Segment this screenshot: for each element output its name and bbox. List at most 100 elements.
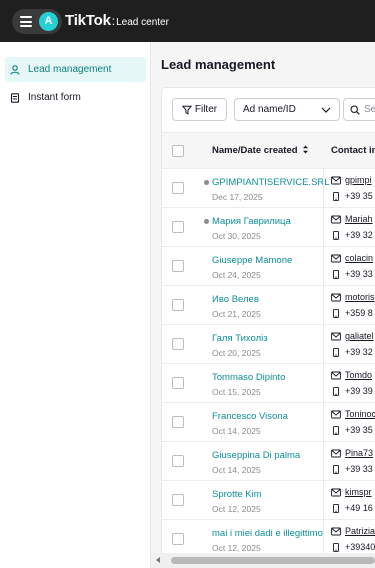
sidebar-item-instant-form[interactable]: Instant form [5,85,146,110]
phone-icon [333,308,339,318]
lead-name-link[interactable]: Галя Тихоліз [212,333,268,344]
mail-icon [331,254,341,262]
column-divider [323,442,324,481]
phone-icon [333,464,339,474]
lead-name-link[interactable]: Мария Гаврилица [204,216,291,227]
lead-email[interactable]: gpimpi [331,175,372,185]
lead-date: Oct 20, 2025 [212,348,261,358]
scroll-left-icon[interactable] [156,557,160,563]
lead-date: Oct 30, 2025 [212,231,261,241]
lead-phone-text: +39 35 [345,191,373,201]
lead-email[interactable]: kimspr [331,487,372,497]
lead-email[interactable]: Pina73 [331,448,373,458]
mail-icon [331,176,341,184]
lead-phone: +39 33 [331,269,373,279]
sidebar: Lead management Instant form [0,42,151,568]
row-checkbox[interactable] [172,260,184,272]
scrollbar-thumb[interactable] [171,557,375,564]
leads-table-card: Filter Ad name/ID Se Name/Date created C… [161,87,375,568]
lead-email[interactable]: Mariah [331,214,373,224]
lead-email[interactable]: motoris [331,292,375,302]
mail-icon [331,449,341,457]
brand-name: TikTok [65,12,111,29]
filter-button[interactable]: Filter [172,98,227,121]
search-input[interactable]: Se [343,98,375,121]
row-checkbox[interactable] [172,221,184,233]
search-placeholder: Se [364,104,375,115]
lead-name: GPIMPIANTISERVICE.SRL [212,177,330,188]
row-checkbox[interactable] [172,338,184,350]
lead-phone-text: +39 39 [345,386,373,396]
unread-dot-icon [204,180,209,185]
lead-name-link[interactable]: Giuseppina Di palma [212,450,300,461]
phone-icon [333,386,339,396]
row-checkbox[interactable] [172,182,184,194]
chevron-down-icon [321,107,331,113]
lead-name-link[interactable]: Francesco Visona [212,411,288,422]
column-divider [323,169,324,208]
table-row[interactable]: Tommaso Dipinto Oct 15, 2025 Tomdo +39 3… [162,364,375,403]
lead-name: Giuseppe Mamone [212,255,293,266]
table-row[interactable]: Галя Тихоліз Oct 20, 2025 galiatel +39 3… [162,325,375,364]
phone-icon [333,347,339,357]
row-checkbox[interactable] [172,533,184,545]
row-checkbox[interactable] [172,377,184,389]
table-row[interactable]: Sprotte Kim Oct 12, 2025 kimspr +49 16 [162,481,375,520]
lead-email[interactable]: Toninoc [331,409,375,419]
table-row[interactable]: Иво Велев Oct 21, 2025 motoris +359 8 [162,286,375,325]
lead-name-link[interactable]: mai i miei dadi e illegittimo [212,528,323,539]
lead-phone-text: +39 35 [345,425,373,435]
account-menu-button[interactable]: A [12,9,62,34]
filter-icon [181,105,192,115]
mail-icon [331,293,341,301]
lead-email[interactable]: colacin [331,253,373,263]
lead-phone: +39 32 [331,347,373,357]
search-field-select[interactable]: Ad name/ID [234,98,340,121]
lead-phone-text: +39340 [345,542,375,552]
column-header-contact: Contact in [331,145,375,156]
product-name: Lead center [116,17,169,28]
filter-label: Filter [194,104,218,115]
lead-email[interactable]: Tomdo [331,370,372,380]
lead-name: Мария Гаврилица [212,216,291,227]
lead-phone: +39340 [331,542,375,552]
table-row[interactable]: Francesco Visona Oct 14, 2025 Toninoc +3… [162,403,375,442]
lead-name-link[interactable]: Tommaso Dipinto [212,372,285,383]
lead-phone-text: +49 16 [345,503,373,513]
table-row[interactable]: GPIMPIANTISERVICE.SRL Dec 17, 2025 gpimp… [162,169,375,208]
sidebar-item-lead-management[interactable]: Lead management [5,57,146,82]
lead-name-link[interactable]: GPIMPIANTISERVICE.SRL [204,177,330,188]
lead-name: Иво Велев [212,294,259,305]
lead-phone: +49 16 [331,503,373,513]
table-row[interactable]: Giuseppina Di palma Oct 14, 2025 Pina73 … [162,442,375,481]
phone-icon [333,269,339,279]
lead-email-text: Tomdo [345,370,373,380]
table-header: Name/Date created Contact in [162,132,375,169]
select-all-checkbox[interactable] [172,145,184,157]
lead-email[interactable]: Patrizia [331,526,375,536]
avatar: A [39,12,58,31]
column-divider [323,325,324,364]
row-checkbox[interactable] [172,299,184,311]
phone-icon [333,425,339,435]
lead-name-link[interactable]: Giuseppe Mamone [212,255,292,266]
lead-email-text: Pina73 [345,448,374,458]
lead-name: Sprotte Kim [212,489,262,500]
row-checkbox[interactable] [172,416,184,428]
table-row[interactable]: Giuseppe Mamone Oct 24, 2025 colacin +39… [162,247,375,286]
table-row[interactable]: Мария Гаврилица Oct 30, 2025 Mariah +39 … [162,208,375,247]
lead-date: Oct 21, 2025 [212,309,261,319]
lead-email-text: galiatel [345,331,374,341]
row-checkbox[interactable] [172,494,184,506]
mail-icon [331,527,341,535]
column-header-name[interactable]: Name/Date created [212,145,309,156]
unread-dot-icon [204,219,209,224]
horizontal-scrollbar[interactable] [151,553,375,568]
lead-name-link[interactable]: Sprotte Kim [212,489,262,500]
column-divider [323,481,324,520]
lead-name-link[interactable]: Иво Велев [212,294,259,305]
row-checkbox[interactable] [172,455,184,467]
brand-logo[interactable]: TikTok : Lead center [65,12,169,30]
lead-email[interactable]: galiatel [331,331,374,341]
top-bar: A TikTok : Lead center [0,0,375,42]
